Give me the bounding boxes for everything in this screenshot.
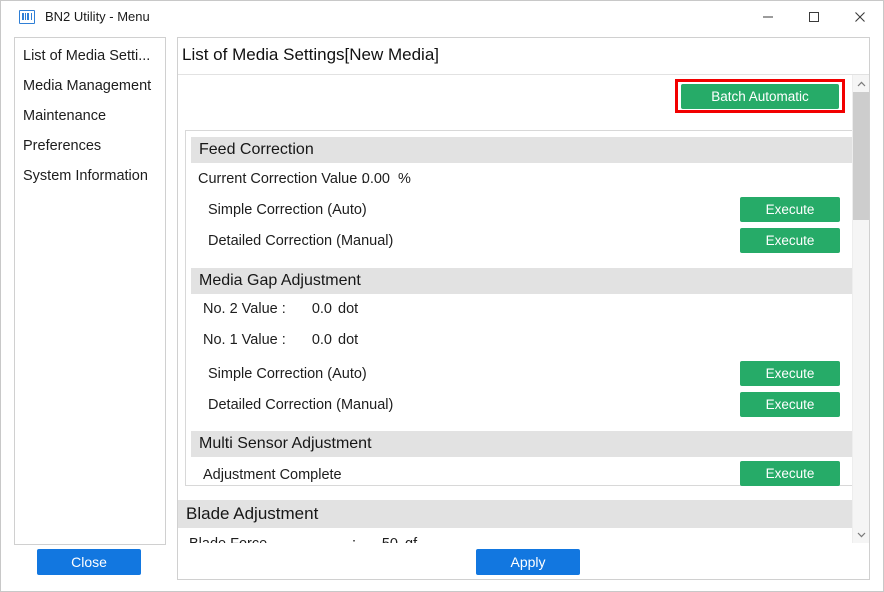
blade-force-value: 50 [366,536,398,543]
multi-sensor-execute-button[interactable]: Execute [740,461,840,486]
sidebar-item-media-management[interactable]: Media Management [15,71,165,101]
settings-scroll-area: Batch Automatic Correction Feed Correcti… [178,75,869,543]
multi-sensor-status-label: Adjustment Complete [203,467,342,483]
scroll-down-icon[interactable] [853,526,869,543]
media-gap-no1-unit: dot [338,332,359,348]
feed-simple-correction-label: Simple Correction (Auto) [208,202,367,218]
minimize-icon[interactable] [745,2,791,33]
app-window: BN2 Utility - Menu List of Media Setti..… [0,0,884,592]
maximize-icon[interactable] [791,2,837,33]
media-gap-detailed-correction-execute-button[interactable]: Execute [740,392,840,417]
feed-simple-correction-execute-button[interactable]: Execute [740,197,840,222]
apply-button[interactable]: Apply [476,549,580,575]
title-bar: BN2 Utility - Menu [1,1,883,33]
blade-force-label: Blade Force [189,536,267,543]
blade-force-unit: gf [405,536,417,543]
bn2-app-icon [19,9,35,25]
section-header-feed-correction: Feed Correction [191,137,854,163]
media-gap-no2-label: No. 2 Value : [203,301,286,317]
main-panel: List of Media Settings[New Media] Batch … [177,37,870,580]
page-title: List of Media Settings[New Media] [182,45,440,64]
section-header-media-gap-adjustment: Media Gap Adjustment [191,268,854,294]
feed-current-correction-value-label: Current Correction Value : [198,171,366,187]
blade-force-colon: : [352,536,356,543]
scroll-up-icon[interactable] [853,75,869,92]
sidebar-item-maintenance[interactable]: Maintenance [15,101,165,131]
media-gap-detailed-correction-label: Detailed Correction (Manual) [208,397,394,413]
window-title: BN2 Utility - Menu [45,9,150,24]
media-gap-no1-label: No. 1 Value : [203,332,286,348]
adjustment-card: Feed Correction Current Correction Value… [185,130,858,486]
close-icon[interactable] [837,2,883,33]
sidebar: List of Media Setti... Media Management … [14,37,166,545]
vertical-scrollbar[interactable] [852,75,869,543]
sidebar-item-preferences[interactable]: Preferences [15,131,165,161]
feed-detailed-correction-execute-button[interactable]: Execute [740,228,840,253]
sidebar-item-list-of-media-settings[interactable]: List of Media Setti... [15,41,165,71]
toolbar-row: Batch Automatic Correction [178,75,869,129]
media-gap-no1-value: 0.0 [311,332,332,348]
sidebar-item-system-information[interactable]: System Information [15,161,165,191]
media-gap-simple-correction-label: Simple Correction (Auto) [208,366,367,382]
feed-current-correction-unit: % [398,171,411,187]
section-header-blade-adjustment: Blade Adjustment [178,500,857,528]
media-gap-no2-unit: dot [338,301,359,317]
close-button[interactable]: Close [37,549,141,575]
batch-automatic-correction-button[interactable]: Batch Automatic Correction [681,84,839,129]
feed-current-correction-value: 0.00 [361,171,390,187]
section-header-multi-sensor-adjustment: Multi Sensor Adjustment [191,431,854,457]
media-gap-simple-correction-execute-button[interactable]: Execute [740,361,840,386]
feed-detailed-correction-label: Detailed Correction (Manual) [208,233,394,249]
scrollbar-thumb[interactable] [853,92,869,220]
media-gap-no2-value: 0.0 [311,301,332,317]
